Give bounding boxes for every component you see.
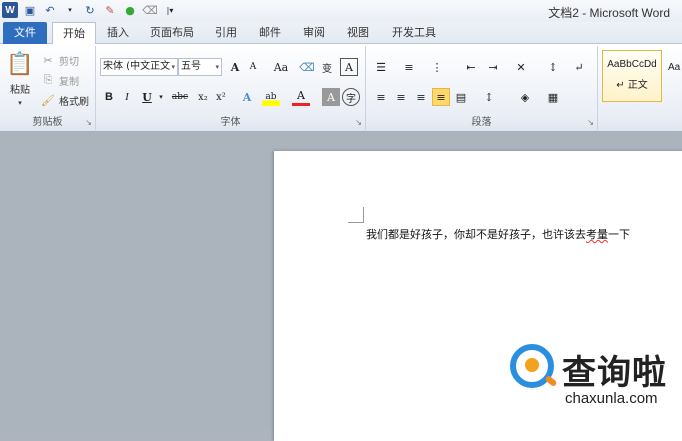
font-group: 宋体 (中文正文 ▾ 五号 ▾ A A Aa ⌫ 变 A B I U ▾ abc x… bbox=[96, 46, 366, 130]
eraser-icon[interactable]: ⌫ bbox=[142, 2, 158, 18]
watermark-brand: 查询啦 bbox=[562, 353, 667, 393]
format-painter-button[interactable]: 🖌 格式刷 bbox=[40, 92, 89, 108]
align-center-icon[interactable]: ≡ bbox=[392, 88, 410, 106]
cut-button[interactable]: ✂ 剪切 bbox=[40, 52, 79, 68]
scissors-icon: ✂ bbox=[43, 53, 53, 67]
paragraph-group: ☰ ≡ ⋮ ⇤ ⇥ ✕ ↕ ↵ ≡ ≡ ≡ ≡ ▤ ↕ ◈ ▦ 段落 ↘ bbox=[366, 46, 598, 130]
align-left-icon[interactable]: ≡ bbox=[372, 88, 390, 106]
bold-button[interactable]: B bbox=[100, 88, 118, 106]
chevron-down-icon[interactable]: ▾ bbox=[156, 88, 166, 106]
borders-icon[interactable]: ▦ bbox=[544, 88, 562, 106]
clipboard-group-label: 剪贴板 bbox=[32, 117, 63, 128]
ribbon-tabs: 文件 开始 插入 页面布局 引用 邮件 审阅 视图 开发工具 bbox=[0, 22, 682, 45]
tab-review[interactable]: 审阅 bbox=[296, 22, 332, 44]
italic-button[interactable]: I bbox=[118, 88, 136, 106]
undo-icon[interactable]: ↶ bbox=[42, 2, 58, 18]
dialog-launcher-icon[interactable]: ↘ bbox=[587, 118, 594, 127]
redo-icon[interactable]: ↻ bbox=[82, 2, 98, 18]
copy-icon: ⎘ bbox=[43, 73, 53, 86]
document-text[interactable]: 我们都是好孩子，你却不是好孩子，也许该去考量一下 bbox=[366, 226, 630, 242]
line-spacing-icon[interactable]: ↕ bbox=[480, 88, 498, 106]
multilevel-list-icon[interactable]: ⋮ bbox=[428, 58, 446, 76]
paintbrush-icon: 🖌 bbox=[41, 93, 55, 107]
ribbon: 📋 粘贴 ▾ ✂ 剪切 ⎘ 复制 🖌 格式刷 剪贴板 ↘ 宋体 (中文正文 ▾ 五… bbox=[0, 44, 682, 132]
font-group-label: 字体 bbox=[220, 117, 241, 128]
tab-page-layout[interactable]: 页面布局 bbox=[144, 22, 200, 44]
draw-table-icon[interactable]: ✎ bbox=[102, 2, 118, 18]
highlight-button[interactable]: ab bbox=[262, 88, 280, 106]
copy-button[interactable]: ⎘ 复制 bbox=[40, 72, 79, 88]
customize-qat-icon[interactable]: |▾ bbox=[162, 2, 178, 18]
paragraph-group-label: 段落 bbox=[471, 117, 492, 128]
styles-group: AaBbCcDd ↵ 正文 Aa bbox=[598, 46, 682, 130]
tab-home[interactable]: 开始 bbox=[52, 22, 96, 45]
clear-format-icon[interactable]: ⌫ bbox=[298, 58, 316, 76]
superscript-button[interactable]: x² bbox=[212, 88, 230, 106]
enclose-characters-button[interactable]: 字 bbox=[342, 88, 360, 106]
save-icon[interactable]: ▣ bbox=[22, 2, 38, 18]
chinese-layout-icon[interactable]: ✕ bbox=[512, 58, 530, 76]
window-title: 文档2 - Microsoft Word bbox=[548, 6, 670, 20]
tab-insert[interactable]: 插入 bbox=[100, 22, 136, 44]
shrink-font-button[interactable]: A bbox=[244, 58, 262, 76]
character-shading-button[interactable]: A bbox=[322, 88, 340, 106]
quick-access-toolbar: W ▣ ↶ ▾ ↻ ✎ ● ⌫ |▾ bbox=[2, 2, 178, 18]
paste-button[interactable]: 📋 粘贴 ▾ bbox=[6, 50, 34, 108]
numbering-icon[interactable]: ≡ bbox=[400, 58, 418, 76]
decrease-indent-icon[interactable]: ⇤ bbox=[462, 58, 480, 76]
color-circle-icon[interactable]: ● bbox=[122, 2, 138, 18]
grow-font-button[interactable]: A bbox=[226, 58, 244, 76]
style-name: ↵ 正文 bbox=[616, 80, 648, 91]
subscript-button[interactable]: x₂ bbox=[194, 88, 212, 106]
chevron-down-icon: ▾ bbox=[171, 63, 175, 71]
align-right-icon[interactable]: ≡ bbox=[412, 88, 430, 106]
distributed-icon[interactable]: ▤ bbox=[452, 88, 470, 106]
style-sample: AaBbCcDd bbox=[607, 59, 657, 70]
increase-indent-icon[interactable]: ⇥ bbox=[484, 58, 502, 76]
clipboard-group: 📋 粘贴 ▾ ✂ 剪切 ⎘ 复制 🖌 格式刷 剪贴板 ↘ bbox=[0, 46, 96, 130]
dialog-launcher-icon[interactable]: ↘ bbox=[355, 118, 362, 127]
tab-view[interactable]: 视图 bbox=[340, 22, 376, 44]
dropdown-arrow-icon[interactable]: ▾ bbox=[62, 2, 78, 18]
font-size-combo[interactable]: 五号 ▾ bbox=[178, 58, 222, 76]
shading-icon[interactable]: ◈ bbox=[516, 88, 534, 106]
style-normal-card[interactable]: AaBbCcDd ↵ 正文 bbox=[602, 50, 662, 102]
spelling-error-word[interactable]: 考量 bbox=[586, 228, 608, 241]
change-case-button[interactable]: Aa bbox=[268, 58, 294, 76]
chevron-down-icon: ▾ bbox=[215, 63, 219, 71]
character-border-button[interactable]: A bbox=[340, 58, 358, 76]
dialog-launcher-icon[interactable]: ↘ bbox=[85, 118, 92, 127]
clipboard-icon: 📋 bbox=[6, 51, 34, 77]
show-marks-icon[interactable]: ↵ bbox=[570, 58, 588, 76]
sort-icon[interactable]: ↕ bbox=[544, 58, 562, 76]
phonetic-guide-button[interactable]: 变 bbox=[318, 58, 336, 76]
dropdown-arrow-icon: ▾ bbox=[18, 99, 22, 107]
watermark-domain: chaxunla.com bbox=[565, 390, 658, 407]
word-app-icon[interactable]: W bbox=[2, 2, 18, 18]
tab-mailings[interactable]: 邮件 bbox=[252, 22, 288, 44]
tab-file[interactable]: 文件 bbox=[3, 22, 47, 44]
title-bar: W ▣ ↶ ▾ ↻ ✎ ● ⌫ |▾ 文档2 - Microsoft Word bbox=[0, 0, 682, 22]
tab-developer[interactable]: 开发工具 bbox=[386, 22, 442, 44]
font-name-combo[interactable]: 宋体 (中文正文 ▾ bbox=[100, 58, 178, 76]
style-next-card[interactable]: Aa bbox=[668, 62, 680, 73]
font-color-button[interactable]: A bbox=[292, 88, 310, 106]
tab-references[interactable]: 引用 bbox=[208, 22, 244, 44]
margin-corner-mark bbox=[348, 207, 364, 223]
strikethrough-button[interactable]: abc bbox=[168, 88, 192, 106]
text-effects-button[interactable]: A bbox=[238, 88, 256, 106]
bullets-icon[interactable]: ☰ bbox=[372, 58, 390, 76]
underline-button[interactable]: U bbox=[138, 88, 156, 106]
watermark-dot-icon bbox=[525, 358, 539, 372]
justify-icon[interactable]: ≡ bbox=[432, 88, 450, 106]
